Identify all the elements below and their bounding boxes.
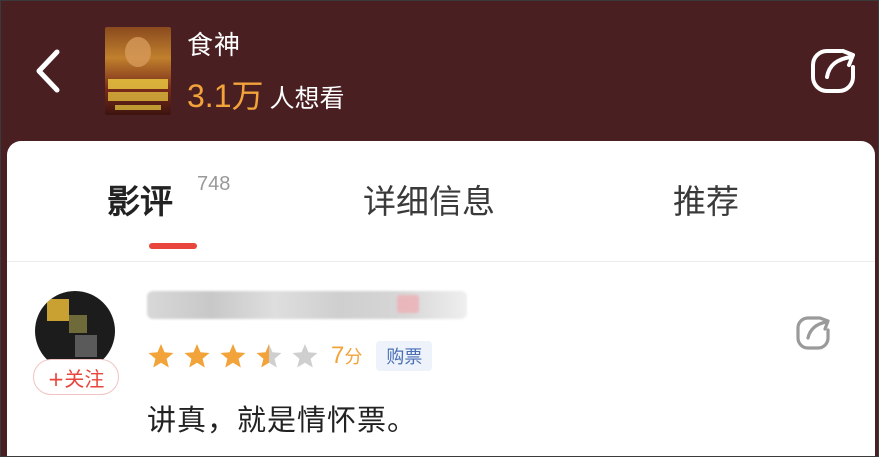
rating-row: 7分 购票 bbox=[147, 341, 433, 371]
star-icon bbox=[148, 344, 174, 368]
star-rating bbox=[147, 342, 327, 370]
share-review-button[interactable] bbox=[793, 313, 833, 353]
star-icon bbox=[292, 344, 318, 368]
movie-header: 食神 3.1万 人想看 bbox=[1, 1, 878, 151]
app-frame: 食神 3.1万 人想看 影评 748 详细信息 推荐 +关注 7分 购票 讲真，… bbox=[0, 0, 879, 457]
tab-bar: 影评 748 详细信息 推荐 bbox=[7, 141, 875, 259]
tab-reviews[interactable]: 影评 bbox=[107, 175, 173, 223]
divider bbox=[7, 261, 875, 262]
movie-title: 食神 bbox=[187, 31, 242, 61]
tab-details-label: 详细信息 bbox=[363, 182, 495, 221]
score: 7分 bbox=[331, 342, 362, 370]
want-suffix: 人想看 bbox=[269, 84, 345, 113]
want-count: 3.1万 bbox=[187, 78, 264, 114]
tab-recommend-label: 推荐 bbox=[673, 182, 739, 221]
star-icon bbox=[256, 344, 282, 368]
back-button[interactable] bbox=[27, 45, 67, 97]
tab-recommend[interactable]: 推荐 bbox=[673, 175, 739, 223]
review-text: 讲真，就是情怀票。 bbox=[147, 403, 418, 437]
ticket-badge: 购票 bbox=[376, 341, 433, 371]
tab-details[interactable]: 详细信息 bbox=[363, 175, 495, 223]
movie-poster[interactable] bbox=[105, 27, 171, 115]
tab-reviews-count: 748 bbox=[197, 173, 231, 195]
want-to-see: 3.1万 人想看 bbox=[187, 71, 345, 117]
follow-button[interactable]: +关注 bbox=[33, 359, 119, 395]
score-unit: 分 bbox=[344, 347, 363, 367]
share-icon bbox=[811, 49, 855, 93]
star-icon bbox=[220, 344, 246, 368]
active-tab-indicator bbox=[149, 243, 197, 249]
tab-reviews-label: 影评 bbox=[107, 182, 173, 221]
username-redacted[interactable] bbox=[147, 291, 467, 319]
star-icon bbox=[184, 344, 210, 368]
score-value: 7 bbox=[331, 342, 345, 369]
share-button[interactable] bbox=[807, 45, 859, 97]
content-card: 影评 748 详细信息 推荐 +关注 7分 购票 讲真，就是情怀票。 bbox=[7, 141, 875, 456]
back-arrow-icon bbox=[36, 49, 60, 93]
share-icon bbox=[796, 316, 830, 350]
